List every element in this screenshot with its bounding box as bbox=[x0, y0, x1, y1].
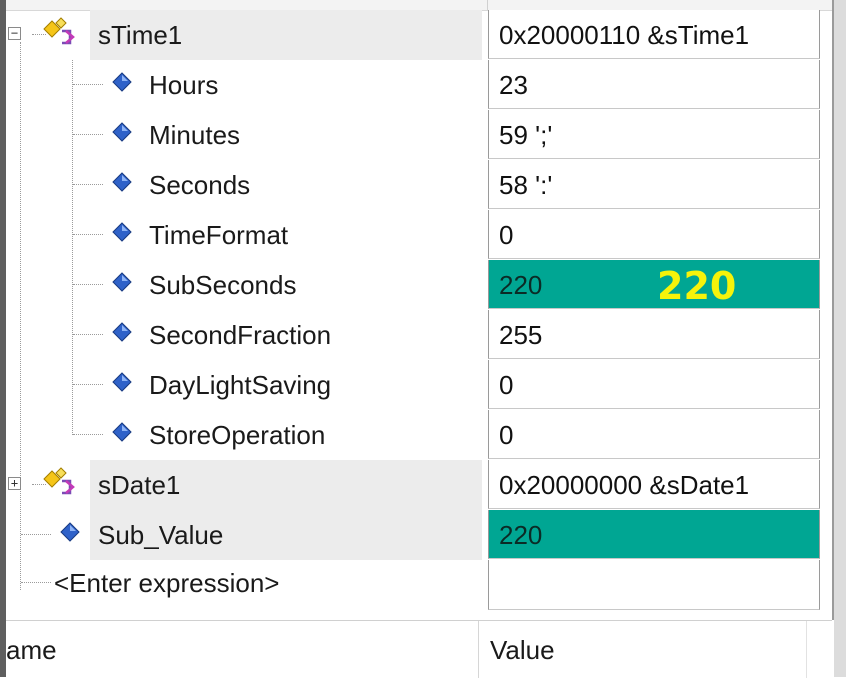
variable-value: 0 bbox=[499, 220, 514, 250]
field-member-icon bbox=[112, 372, 132, 392]
watch-row-minutes[interactable]: Minutes 59 ';' bbox=[6, 110, 832, 160]
watch-row-hours[interactable]: Hours 23 bbox=[6, 60, 832, 110]
value-cell-highlighted[interactable]: 220 bbox=[488, 510, 820, 559]
variable-name: sTime1 bbox=[98, 20, 183, 50]
variable-value: 58 ':' bbox=[499, 170, 553, 200]
watch-row-sub-value[interactable]: Sub_Value 220 bbox=[6, 510, 832, 560]
variable-name: SubSeconds bbox=[149, 270, 297, 300]
watch-row-enter-expression[interactable]: <Enter expression> bbox=[6, 560, 832, 610]
field-member-icon bbox=[112, 72, 132, 92]
column-header-row: ame Value bbox=[6, 620, 832, 678]
variable-name: SecondFraction bbox=[149, 320, 332, 350]
watch-row-seconds[interactable]: Seconds 58 ':' bbox=[6, 160, 832, 210]
watch-row-stime1[interactable]: − sTime1 0x20000110 &sTime1 bbox=[6, 10, 832, 60]
value-cell[interactable]: 0 bbox=[488, 210, 820, 259]
variable-name: DayLightSaving bbox=[149, 370, 332, 400]
variable-value: 220 bbox=[499, 520, 543, 550]
value-cell[interactable]: 0 bbox=[488, 410, 820, 459]
value-cell[interactable]: 0x20000000 &sDate1 bbox=[488, 460, 820, 509]
variable-name: Seconds bbox=[149, 170, 251, 200]
value-annotation: 220 bbox=[657, 264, 737, 308]
field-member-icon bbox=[112, 322, 132, 342]
column-header-value[interactable]: Value bbox=[490, 635, 555, 666]
variable-value: 0 bbox=[499, 420, 514, 450]
variable-name: Hours bbox=[149, 70, 219, 100]
value-cell[interactable]: 58 ':' bbox=[488, 160, 820, 209]
field-member-icon bbox=[112, 172, 132, 192]
watch-row-timeformat[interactable]: TimeFormat 0 bbox=[6, 210, 832, 260]
variable-name: StoreOperation bbox=[149, 420, 326, 450]
value-cell[interactable]: 255 bbox=[488, 310, 820, 359]
watch-row-daylightsaving[interactable]: DayLightSaving 0 bbox=[6, 360, 832, 410]
variable-value: 255 bbox=[499, 320, 543, 350]
variable-value: 59 ';' bbox=[499, 120, 553, 150]
field-member-icon bbox=[112, 222, 132, 242]
field-member-icon bbox=[112, 272, 132, 292]
value-cell[interactable]: 0x20000110 &sTime1 bbox=[488, 10, 820, 59]
collapse-icon[interactable]: − bbox=[8, 27, 21, 40]
value-cell-highlighted[interactable]: 220 220 bbox=[488, 260, 820, 309]
column-divider[interactable] bbox=[806, 621, 807, 678]
field-member-icon bbox=[60, 522, 80, 542]
variable-name: Minutes bbox=[149, 120, 241, 150]
column-divider bbox=[487, 0, 488, 10]
variable-name: TimeFormat bbox=[149, 220, 289, 250]
variable-value: 0x20000000 &sDate1 bbox=[499, 470, 750, 500]
field-member-icon bbox=[112, 422, 132, 442]
variable-name: Sub_Value bbox=[98, 520, 224, 550]
variable-value: 0 bbox=[499, 370, 514, 400]
watch-row-sdate1[interactable]: + sDate1 0x20000000 &sDate1 bbox=[6, 460, 832, 510]
value-cell[interactable]: 59 ';' bbox=[488, 110, 820, 159]
watch-window: − sTime1 0x20000110 &sTime1 Hours 23 Min… bbox=[0, 0, 846, 678]
column-header-name[interactable]: ame bbox=[6, 635, 57, 666]
value-cell[interactable]: 0 bbox=[488, 360, 820, 409]
value-cell[interactable]: 23 bbox=[488, 60, 820, 109]
watch-row-secondfraction[interactable]: SecondFraction 255 bbox=[6, 310, 832, 360]
variable-name: sDate1 bbox=[98, 470, 181, 500]
variable-value: 23 bbox=[499, 70, 528, 100]
watch-row-subseconds[interactable]: SubSeconds 220 220 bbox=[6, 260, 832, 310]
enter-expression-placeholder[interactable]: <Enter expression> bbox=[54, 568, 279, 599]
variable-value: 0x20000110 &sTime1 bbox=[499, 20, 750, 50]
window-right-border bbox=[834, 0, 846, 677]
column-divider[interactable] bbox=[478, 621, 479, 678]
field-member-icon bbox=[112, 122, 132, 142]
expand-icon[interactable]: + bbox=[8, 477, 21, 490]
struct-variable-icon bbox=[43, 467, 75, 495]
variable-value: 220 bbox=[499, 270, 543, 300]
watch-row-storeoperation[interactable]: StoreOperation 0 bbox=[6, 410, 832, 460]
struct-variable-icon bbox=[43, 17, 75, 45]
value-cell[interactable] bbox=[488, 560, 820, 610]
